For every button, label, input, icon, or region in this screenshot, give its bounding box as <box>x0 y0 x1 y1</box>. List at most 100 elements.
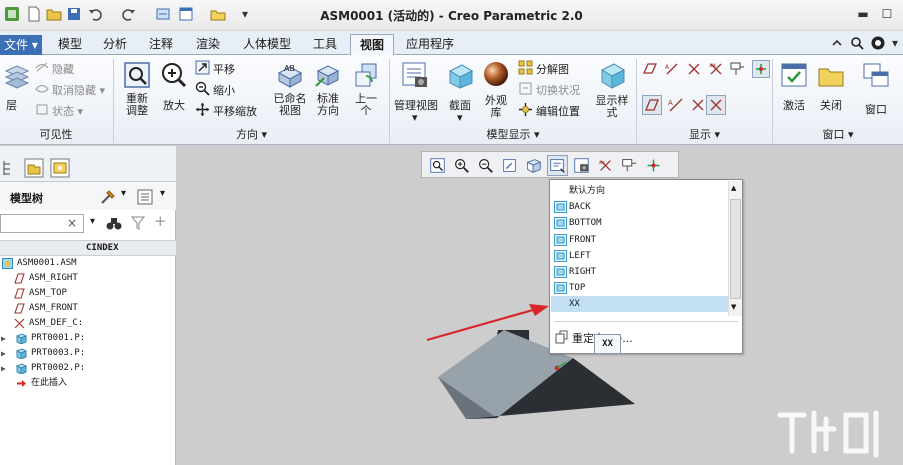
previous-view-button[interactable]: 上一个 <box>350 93 382 117</box>
datum-display-toolbar-icon[interactable]: xx <box>595 155 616 176</box>
model-tree-tab-icon[interactable] <box>0 159 16 177</box>
orientation-item[interactable]: 默认方向 <box>551 183 728 199</box>
annotation-toolbar-icon[interactable] <box>619 155 640 176</box>
point-tag-display-icon[interactable] <box>688 95 708 115</box>
orientation-item[interactable]: TOP <box>551 280 728 296</box>
activate-button[interactable]: 激活 <box>778 97 810 113</box>
dropdown-scrollbar[interactable]: ▲ ▼ <box>728 181 742 316</box>
tree-item[interactable]: ASM_FRONT <box>0 301 176 316</box>
tab-manikin[interactable]: 人体模型 <box>234 34 300 55</box>
plane-display-icon[interactable] <box>642 61 658 77</box>
zoom-in-toolbar-icon[interactable] <box>451 155 472 176</box>
orientation-item[interactable]: LEFT <box>551 248 728 264</box>
search-icon[interactable] <box>850 36 864 50</box>
unhide-button[interactable]: 取消隐藏 ▾ <box>52 82 105 98</box>
point-display-icon[interactable] <box>686 61 702 77</box>
tab-file[interactable]: 文件 ▾ <box>0 35 42 55</box>
orientation-item[interactable]: BOTTOM <box>551 215 728 231</box>
windows-list-icon[interactable] <box>862 61 890 89</box>
expand-arrow-icon[interactable]: ▶ <box>1 331 6 346</box>
tree-item[interactable]: ▶ PRT0003.P: <box>0 346 176 361</box>
zoom-out-button[interactable]: 缩小 <box>213 82 235 98</box>
display-style-icon[interactable] <box>598 61 626 89</box>
find-icon[interactable] <box>106 216 122 231</box>
tab-annotate[interactable]: 注释 <box>141 34 181 55</box>
window-group-label[interactable]: 窗口 ▾ <box>773 126 903 143</box>
pan-button[interactable]: 平移 <box>213 61 235 77</box>
tree-search-input[interactable]: × <box>0 214 84 233</box>
status-button[interactable]: 状态 ▾ <box>52 103 83 119</box>
orientation-item[interactable]: FRONT <box>551 232 728 248</box>
named-views-button[interactable]: 已命名视图 <box>272 93 308 117</box>
model-display-group-label[interactable]: 模型显示 ▾ <box>390 126 636 143</box>
section-icon[interactable] <box>446 61 474 89</box>
repaint-toolbar-icon[interactable] <box>499 155 520 176</box>
previous-view-icon[interactable] <box>352 61 380 89</box>
tab-applications[interactable]: 应用程序 <box>397 34 463 55</box>
orientation-item[interactable]: XX <box>551 296 728 313</box>
view-manager-toolbar-icon[interactable] <box>571 155 592 176</box>
tree-settings-dropdown-icon[interactable]: ▾ <box>121 188 126 199</box>
axis-tag-display-icon[interactable]: A <box>666 95 686 115</box>
zoom-in-icon[interactable] <box>160 61 188 89</box>
named-views-icon[interactable]: AB <box>276 61 304 89</box>
spin-center-toolbar-icon[interactable] <box>643 155 664 176</box>
tab-model[interactable]: 模型 <box>50 34 90 55</box>
reorient-menu-item[interactable]: 重定向(O)... <box>553 328 739 346</box>
collapse-ribbon-icon[interactable] <box>830 36 844 50</box>
help-icon[interactable] <box>870 35 886 51</box>
favorites-tab-icon[interactable] <box>50 158 70 178</box>
manage-views-dropdown-icon[interactable]: ▾ <box>412 111 418 124</box>
folder-browser-tab-icon[interactable] <box>24 158 44 178</box>
tab-view[interactable]: 视图 <box>350 34 394 56</box>
exploded-view-button[interactable]: 分解图 <box>536 61 569 77</box>
tree-item[interactable]: ASM_DEF_C: <box>0 316 176 331</box>
tree-item[interactable]: ▶ PRT0002.P: <box>0 361 176 376</box>
saved-orientations-toolbar-icon[interactable] <box>547 155 568 176</box>
tree-item[interactable]: ASM_TOP <box>0 286 176 301</box>
manage-views-icon[interactable] <box>401 61 429 89</box>
tab-render[interactable]: 渲染 <box>187 34 229 55</box>
appearance-button[interactable]: 外观库 <box>480 95 512 119</box>
scroll-thumb[interactable] <box>730 199 741 299</box>
axis-display-icon[interactable]: A <box>664 61 680 77</box>
scroll-down-icon[interactable]: ▼ <box>731 303 736 311</box>
tab-tools[interactable]: 工具 <box>305 34 345 55</box>
csys-display-icon[interactable]: xx <box>708 61 724 77</box>
tree-item[interactable]: ASM_RIGHT <box>0 271 176 286</box>
tree-settings-icon[interactable] <box>100 189 116 205</box>
search-dropdown-icon[interactable]: ▾ <box>90 216 95 227</box>
zoom-out-toolbar-icon[interactable] <box>475 155 496 176</box>
show-menu-dropdown-icon[interactable]: ▾ <box>160 188 165 199</box>
tree-item[interactable]: 在此插入 <box>0 376 176 391</box>
expand-arrow-icon[interactable]: ▶ <box>1 361 6 376</box>
close-button[interactable]: 关闭 <box>815 97 847 113</box>
hide-button[interactable]: 隐藏 <box>52 61 74 77</box>
tab-analysis[interactable]: 分析 <box>95 34 135 55</box>
orientation-item[interactable]: RIGHT <box>551 264 728 280</box>
appearance-icon[interactable] <box>482 60 510 88</box>
add-icon[interactable]: + <box>154 212 167 230</box>
windows-button[interactable]: 窗口 <box>860 101 892 117</box>
scroll-up-icon[interactable]: ▲ <box>731 184 736 192</box>
show-menu-icon[interactable] <box>137 189 153 205</box>
activate-icon[interactable] <box>780 61 808 89</box>
edit-position-button[interactable]: 编辑位置 <box>536 103 580 119</box>
layer-icon[interactable] <box>4 63 30 91</box>
maximize-button[interactable]: ☐ <box>880 7 894 21</box>
show-group-label[interactable]: 显示 ▾ <box>637 126 772 143</box>
orientation-group-label[interactable]: 方向 ▾ <box>114 126 389 143</box>
filter-icon[interactable] <box>131 216 145 231</box>
tree-item[interactable]: ASM0001.ASM <box>0 256 176 271</box>
csys-tag-display-icon[interactable] <box>706 95 726 115</box>
minimize-button[interactable]: ▬ <box>856 7 870 21</box>
display-style-button[interactable]: 显示样式 <box>594 95 630 119</box>
expand-arrow-icon[interactable]: ▶ <box>1 346 6 361</box>
help-menu-icon[interactable]: ▾ <box>888 36 902 50</box>
refit-icon[interactable] <box>123 61 151 89</box>
spin-center-icon[interactable] <box>752 60 770 78</box>
pan-zoom-button[interactable]: 平移缩放 <box>213 103 257 119</box>
section-dropdown-icon[interactable]: ▾ <box>457 111 463 124</box>
standard-orientation-button[interactable]: 标准方向 <box>312 93 344 117</box>
annotation-display-icon[interactable] <box>730 61 746 77</box>
